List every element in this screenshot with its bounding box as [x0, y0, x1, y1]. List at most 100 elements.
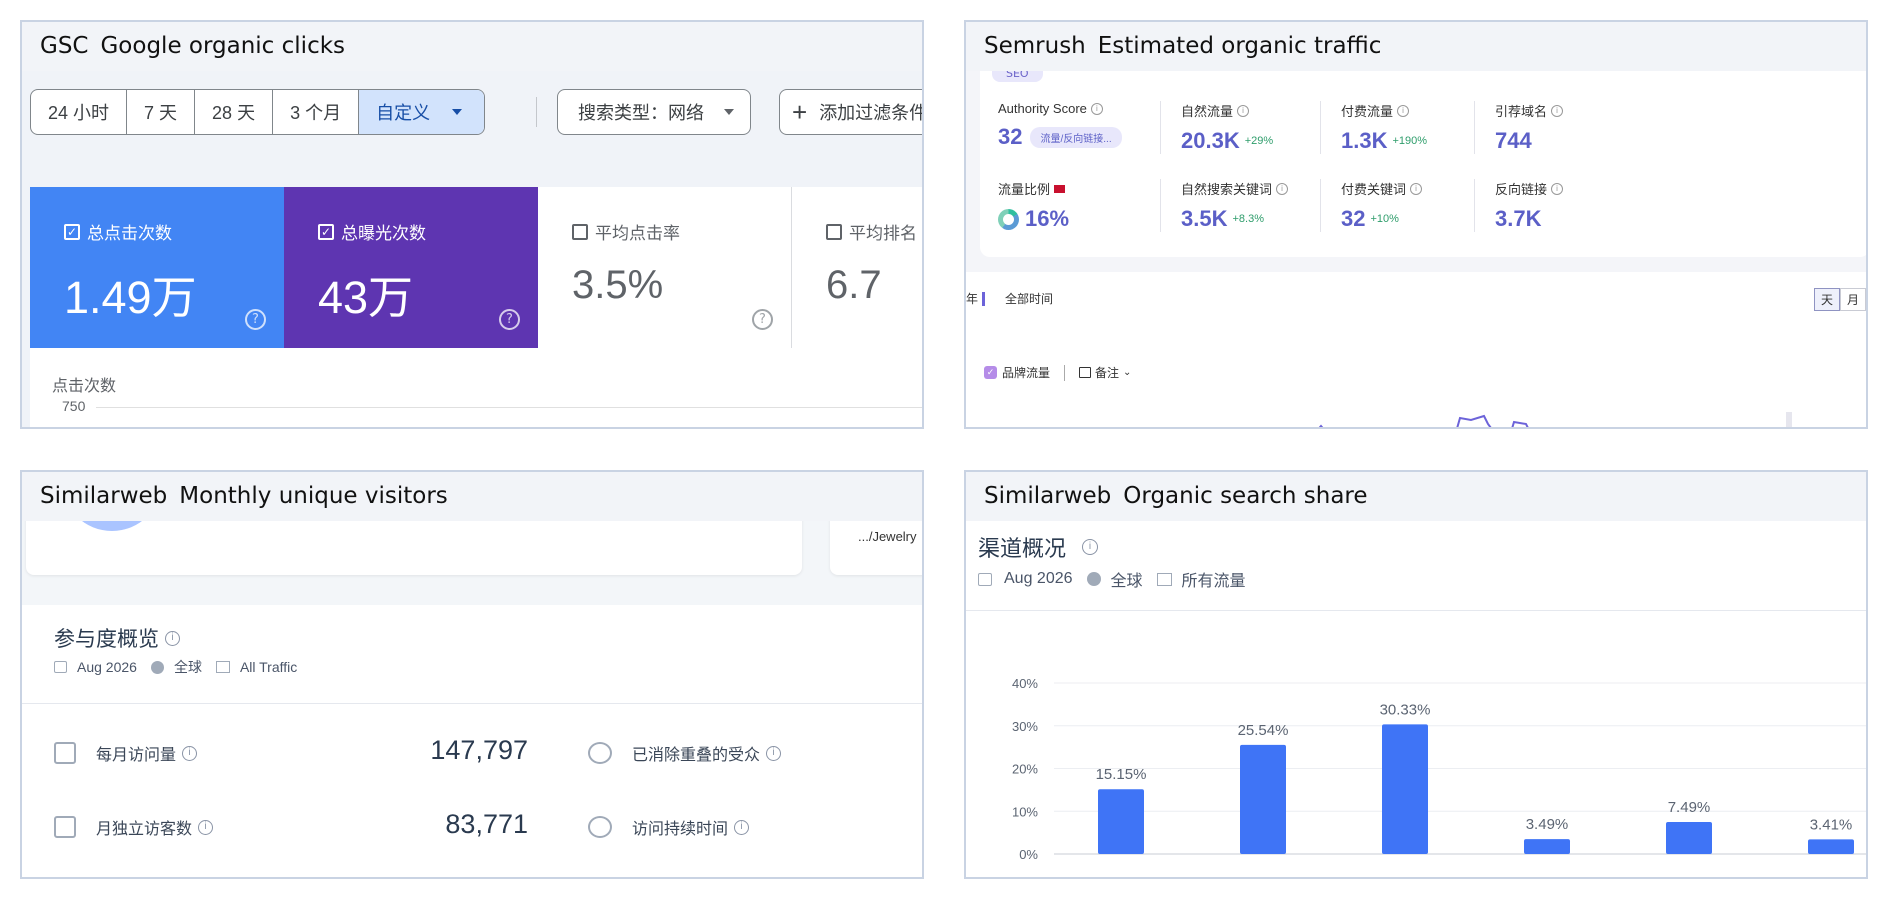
metric-card-position[interactable]: 平均排名 6.7: [792, 187, 922, 348]
add-filter-button[interactable]: + 添加过滤条件: [779, 89, 922, 135]
filter-summary: Aug 2026 全球 All Traffic: [54, 657, 297, 677]
info-icon[interactable]: i: [1090, 102, 1103, 115]
tab-all-time[interactable]: 全部时间: [1005, 292, 1053, 306]
range-24h-button[interactable]: 24 小时: [31, 90, 128, 134]
metric-label: 自然流量 i: [1181, 101, 1320, 120]
range-7d-button[interactable]: 7 天: [127, 90, 196, 134]
traffic-share-value: 16%: [1025, 206, 1070, 231]
info-icon[interactable]: i: [198, 819, 214, 835]
legend-brand-traffic[interactable]: 品牌流量: [1002, 364, 1050, 381]
metric-paid-traffic[interactable]: 付费流量 i 1.3K +190%: [1320, 101, 1480, 154]
info-icon[interactable]: i: [1551, 104, 1564, 117]
data-label: 15.15%: [1096, 766, 1147, 783]
range-3m-button[interactable]: 3 个月: [273, 90, 360, 134]
panel-title: Monthly unique visitors: [179, 483, 448, 509]
metric-traffic-share[interactable]: 流量比例 16%: [998, 179, 1158, 232]
metric-value: 32 流量/反向链接...: [998, 124, 1158, 150]
panel-header: Semrush Estimated organic traffic: [966, 22, 1866, 71]
panel-title: Google organic clicks: [100, 33, 346, 59]
range-custom-button[interactable]: 自定义: [359, 90, 485, 134]
metric-paid-keywords[interactable]: 付费关键词 i 32 +10%: [1320, 179, 1480, 232]
metric-card-impressions[interactable]: ✓ 总曝光次数 43万 ?: [284, 187, 538, 348]
organic-value: 20.3K: [1181, 128, 1240, 153]
help-icon[interactable]: ?: [245, 309, 266, 330]
traffic-line-chart: [1318, 412, 1792, 427]
metric-authority[interactable]: Authority Score i 32 流量/反向链接...: [998, 101, 1158, 150]
chart-tick: 750: [62, 398, 86, 414]
paid-label: 付费流量: [1341, 104, 1394, 119]
search-type-button[interactable]: 搜索类型：网络: [557, 89, 751, 135]
info-icon[interactable]: i: [165, 630, 180, 646]
metric-organic-traffic[interactable]: 自然流量 i 20.3K +29%: [1160, 101, 1320, 154]
seo-overview-card: SEO Authority Score i 32 流量/反向链接... 自然流量 i …: [980, 71, 1866, 257]
checkbox-unchecked-icon[interactable]: [826, 223, 842, 240]
chart-ylabel: 点击次数: [52, 378, 117, 395]
info-icon[interactable]: i: [734, 819, 750, 835]
data-label: 3.49%: [1526, 816, 1569, 833]
metric-backlinks[interactable]: 反向链接 i 3.7K: [1474, 179, 1634, 232]
traffic-line-segment: [1511, 420, 1529, 427]
authority-badge[interactable]: 流量/反向链接...: [1030, 126, 1122, 148]
meta-region[interactable]: 全球: [174, 657, 202, 677]
metric-referring-domains[interactable]: 引荐域名 i 744: [1474, 101, 1634, 154]
gsc-panel: GSC Google organic clicks 24 小时 7 天 28 天 …: [20, 20, 924, 429]
chart-legend: ✓ 品牌流量 备注 ⌄: [966, 364, 1131, 381]
range-28d-button[interactable]: 28 天: [195, 90, 274, 134]
y-tick-label: 20%: [1012, 762, 1038, 777]
metric-organic-keywords[interactable]: 自然搜索关键词 i 3.5K +8.3%: [1160, 179, 1320, 232]
metric-card-ctr[interactable]: 平均点击率 3.5% ?: [538, 187, 792, 348]
toggle-month[interactable]: 月: [1839, 288, 1866, 311]
metric-label: 反向链接 i: [1495, 179, 1634, 198]
info-icon[interactable]: i: [1410, 182, 1423, 195]
metric-value: 744: [1495, 128, 1634, 154]
checkbox-checked-icon[interactable]: ✓: [318, 223, 334, 240]
user-badge-icon: [54, 816, 76, 838]
metric-card-clicks[interactable]: ✓ 总点击次数 1.49万 ?: [30, 187, 284, 348]
legend-notes[interactable]: 备注: [1095, 364, 1119, 381]
backlinks-label: 反向链接: [1495, 182, 1548, 197]
data-label: 30.33%: [1380, 701, 1431, 718]
paid-kw-label: 付费关键词: [1341, 182, 1407, 197]
help-icon[interactable]: ?: [752, 309, 773, 330]
info-icon[interactable]: i: [1237, 104, 1250, 117]
metric-row-deduplicated-audience: 已消除重叠的受众 i: [588, 741, 782, 765]
chart-scroll-handle[interactable]: [1786, 412, 1792, 427]
info-icon[interactable]: i: [1551, 182, 1564, 195]
clicks-value: 1.49万: [64, 272, 197, 323]
landing-page-snippet[interactable]: .../Jewelry: [858, 529, 922, 544]
help-icon[interactable]: ?: [499, 309, 520, 330]
panel-title: Estimated organic traffic: [1097, 33, 1382, 59]
info-icon[interactable]: i: [1397, 104, 1410, 117]
y-tick-label: 0%: [1019, 847, 1038, 862]
meta-date[interactable]: Aug 2026: [77, 659, 137, 675]
monthly-visits-label: 每月访问量: [96, 747, 177, 764]
chevron-down-icon: ⌄: [1123, 367, 1132, 378]
calendar-icon: [54, 661, 67, 673]
data-label: 25.54%: [1238, 722, 1289, 739]
traffic-chart-section: 年 全部时间 天 月 ✓ 品牌流量 备注 ⌄: [966, 272, 1866, 427]
seo-tag[interactable]: SEO: [992, 71, 1043, 82]
checkbox-checked-icon[interactable]: ✓: [984, 366, 997, 379]
plus-icon: +: [792, 97, 808, 127]
meta-traffic[interactable]: All Traffic: [240, 659, 297, 675]
search-type-label: 搜索类型：网络: [578, 103, 704, 123]
metric-value: 16%: [998, 206, 1158, 232]
metric-row-monthly-visits: 每月访问量 i: [54, 741, 198, 765]
traffic-line-segment: [1456, 414, 1492, 427]
impressions-value: 43万: [318, 272, 414, 323]
ctr-label: 平均点击率: [595, 224, 680, 243]
checkbox-checked-icon[interactable]: ✓: [64, 223, 80, 240]
info-icon[interactable]: i: [766, 745, 782, 761]
flag-icon: [1054, 184, 1066, 193]
engagement-overview: 参与度概览 i Aug 2026 全球 All Traffic 每月访问量 i 14…: [22, 605, 922, 877]
panel-title: Organic search share: [1123, 483, 1368, 509]
ref-domains-value: 744: [1495, 128, 1532, 153]
info-icon[interactable]: i: [182, 745, 198, 761]
checkbox-unchecked-icon[interactable]: [572, 223, 588, 240]
legend-divider: [1064, 364, 1066, 381]
toggle-day[interactable]: 天: [1813, 288, 1840, 311]
paid-kw-value: 32: [1341, 206, 1366, 231]
tab-year[interactable]: 年: [966, 292, 986, 306]
bar: [1666, 821, 1712, 854]
info-icon[interactable]: i: [1276, 182, 1289, 195]
